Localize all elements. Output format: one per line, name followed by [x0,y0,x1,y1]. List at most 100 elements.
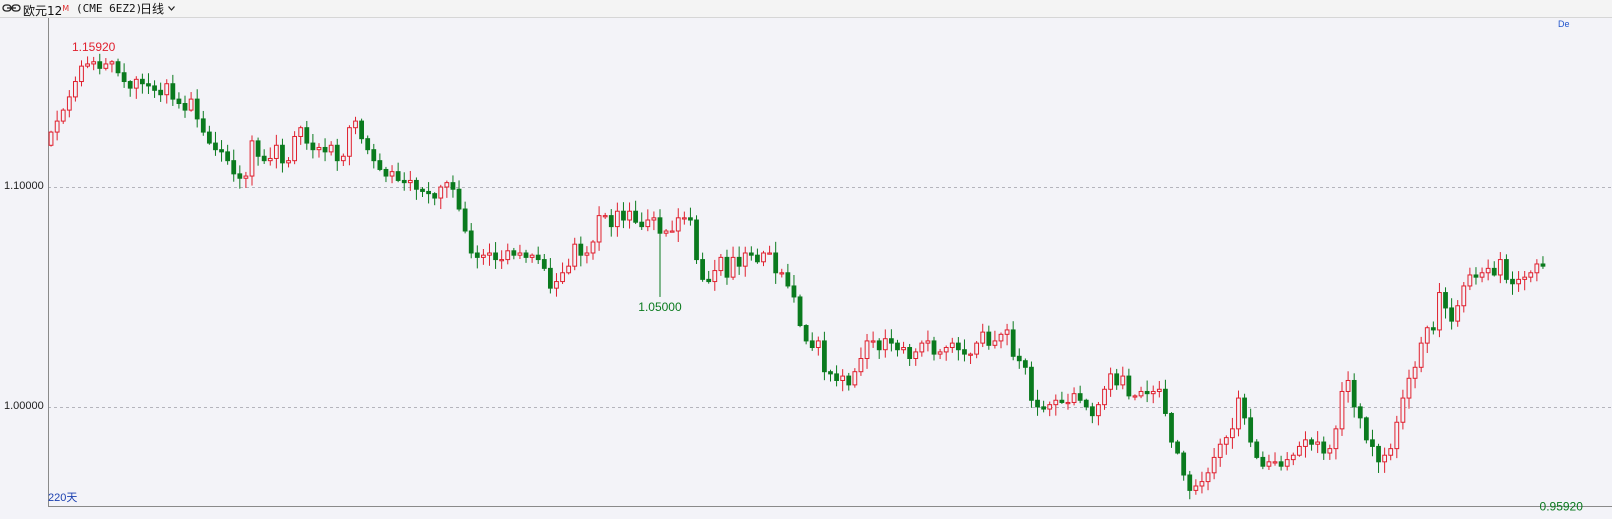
candle [91,56,97,71]
candle-body [1388,448,1394,456]
candle-body [1327,448,1333,454]
candle-body [1382,454,1388,463]
candle-body [1479,272,1485,278]
candle-body [499,259,505,262]
candle [1430,321,1436,335]
candle [949,337,955,353]
candle [1156,381,1162,398]
candle-body [66,96,72,111]
candle-body [237,173,243,179]
candle [602,212,608,219]
candle-body [1181,452,1187,476]
candle [614,202,620,237]
candle-body [523,252,529,258]
candle [1309,437,1314,451]
candle [925,330,931,352]
candle-body [554,281,559,289]
candle-body [115,61,121,74]
candle [1205,467,1211,491]
candle-body [365,138,371,151]
candle [1290,452,1296,466]
candle [66,90,72,118]
candle [249,135,255,186]
candle-body [121,72,127,83]
candle [523,249,529,263]
candles [48,53,1546,500]
candle [1108,367,1113,397]
candle-body [730,256,736,278]
candle [730,246,736,280]
candle [468,223,474,259]
candle-body [1370,439,1375,447]
candle-body [505,250,511,261]
candle [225,144,231,165]
candle-body [907,347,913,360]
candle-body [401,179,407,184]
candle-body [1266,461,1272,467]
candle [353,116,358,135]
candle [529,253,535,263]
candle-body [1376,445,1381,463]
candle [267,147,273,166]
candle [584,246,590,264]
candle [748,246,754,261]
candle [1126,368,1132,400]
candle [146,73,151,94]
candle [273,134,279,169]
candle-body [48,131,54,146]
candle [675,208,681,242]
candle [572,237,578,271]
candle [1284,452,1290,471]
candle-body [1114,373,1120,386]
candle-body [334,144,340,162]
candle [1254,439,1260,460]
candle-body [724,256,730,278]
candle-body [913,351,919,360]
candle [1491,261,1497,277]
candle [438,184,444,210]
candle [115,58,121,77]
candle [590,239,596,260]
candle-body [377,160,383,170]
candle-body [1254,441,1260,458]
candle [1083,398,1089,411]
candle-body [1363,417,1369,441]
candle [1199,471,1205,494]
candle-body [541,259,547,269]
bar-count-label: 220天 [48,492,78,504]
candle [1217,438,1223,467]
candle [980,323,986,348]
candle-body [1187,474,1193,491]
candle-body [773,252,779,274]
candle [578,236,584,267]
candle-body [298,127,304,137]
candle [1363,416,1369,444]
candle [1473,267,1479,285]
candle-body [1437,292,1442,331]
candle [828,369,833,382]
candle-body [1150,390,1156,395]
candle-body [261,155,267,162]
candle-body [450,182,456,190]
y-tick-label: 1.00000 [4,399,44,412]
candle-body [755,254,760,263]
candle [803,324,809,345]
candle [1534,259,1540,282]
candle [736,246,742,275]
candle [645,209,651,232]
candle [1455,300,1461,327]
candle-body [937,351,943,355]
candle-body [432,193,438,199]
candle-body [608,215,614,228]
candle-body [231,160,237,175]
candle-body [1223,437,1229,445]
candle-body [1132,395,1138,398]
candle-body [1035,399,1040,408]
candle-body [681,217,687,220]
candle-body [493,252,498,261]
candle-body [1540,263,1546,267]
candle-body [785,272,791,287]
candle [1163,379,1168,417]
candle [1223,435,1229,455]
candle [426,182,431,204]
